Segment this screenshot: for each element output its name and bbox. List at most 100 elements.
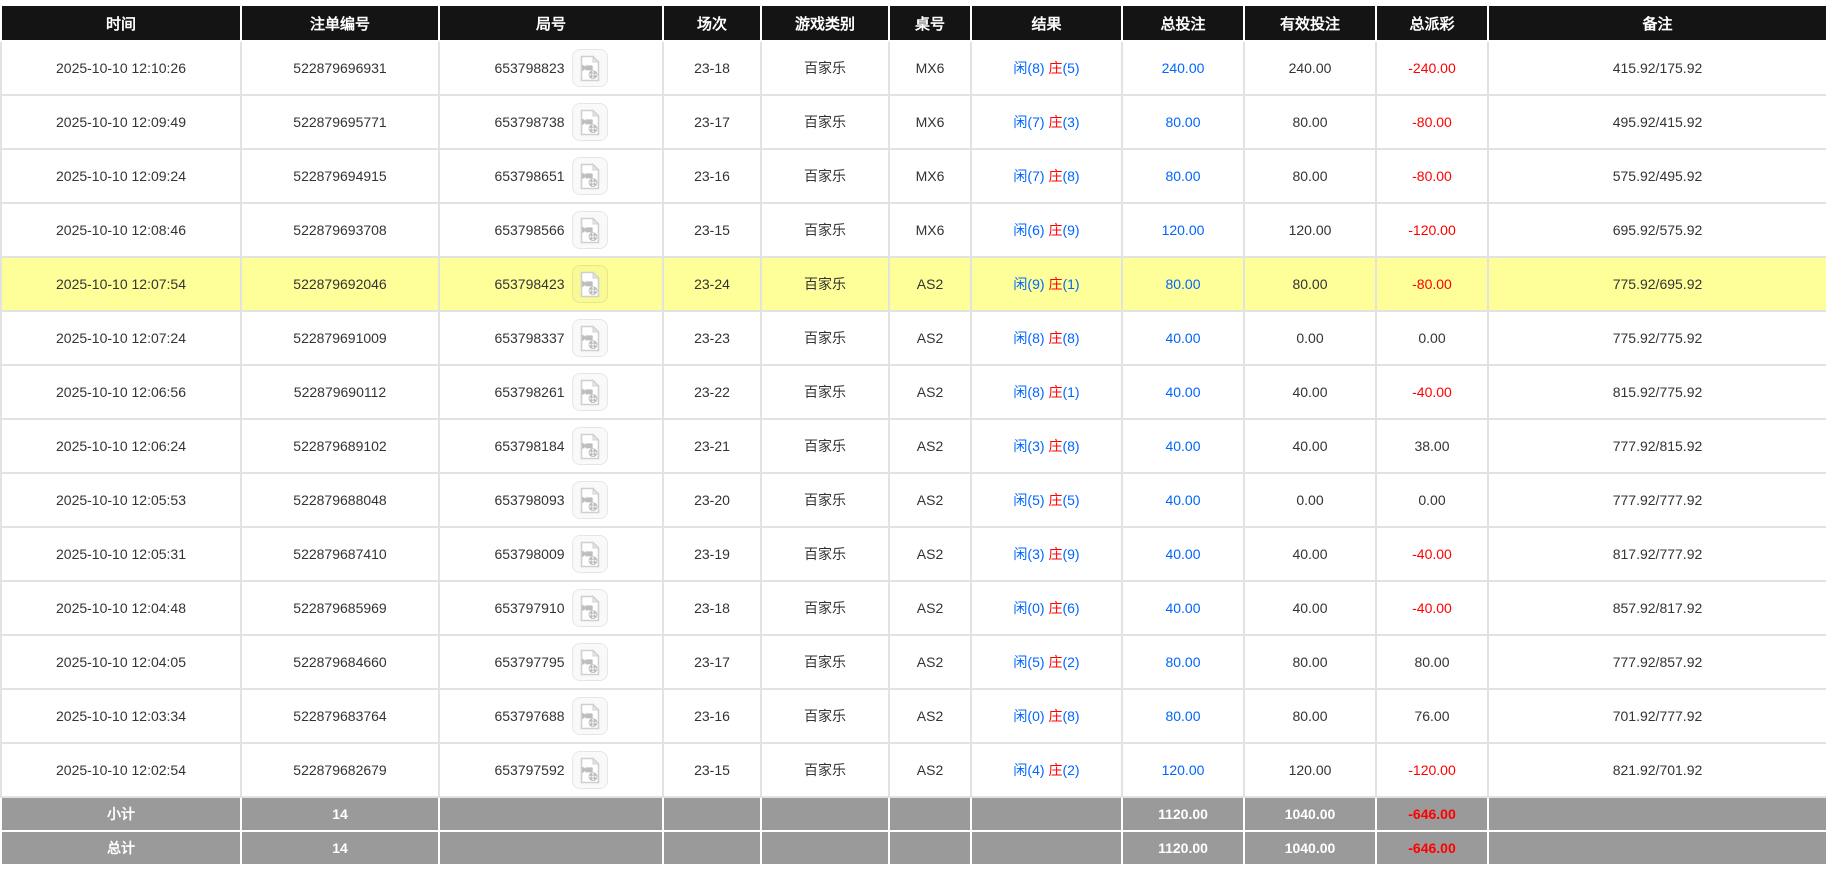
subtotal-empty-result: [970, 796, 1123, 832]
cell-payout: -40.00: [1375, 580, 1489, 636]
cell-payout: -240.00: [1375, 40, 1489, 96]
video-replay-button[interactable]: [571, 643, 608, 681]
video-file-icon: [580, 162, 600, 189]
cell-valid-bet: 80.00: [1243, 688, 1377, 744]
table-row[interactable]: 2025-10-10 12:08:46 522879693708 653798566…: [0, 202, 1826, 258]
cell-order-no: 522879694915: [240, 148, 440, 204]
cell-result: 闲(0) 庄(8): [970, 688, 1123, 744]
video-replay-button[interactable]: [571, 103, 608, 141]
table-row[interactable]: 2025-10-10 12:04:05 522879684660 653797795…: [0, 634, 1826, 690]
table-row[interactable]: 2025-10-10 12:09:24 522879694915 653798651…: [0, 148, 1826, 204]
round-no-wrap: 653798337: [442, 319, 660, 357]
video-replay-button[interactable]: [571, 427, 608, 465]
cell-valid-bet: 80.00: [1243, 94, 1377, 150]
table-row[interactable]: 2025-10-10 12:05:53 522879688048 653798093…: [0, 472, 1826, 528]
cell-game-type: 百家乐: [760, 472, 890, 528]
table-row[interactable]: 2025-10-10 12:04:48 522879685969 653797910…: [0, 580, 1826, 636]
cell-session: 23-24: [662, 256, 762, 312]
table-row[interactable]: 2025-10-10 12:07:24 522879691009 653798337…: [0, 310, 1826, 366]
cell-valid-bet: 120.00: [1243, 742, 1377, 798]
video-replay-button[interactable]: [571, 211, 608, 249]
result-banker-label: 庄: [1048, 654, 1063, 670]
video-replay-button[interactable]: [571, 751, 608, 789]
cell-session: 23-20: [662, 472, 762, 528]
bet-records-table: 时间 注单编号 局号 场次 游戏类别 桌号 结果 总投注 有效投注 总派彩 备注 2025-10-1…: [0, 4, 1826, 866]
table-row[interactable]: 2025-10-10 12:03:34 522879683764 653797688…: [0, 688, 1826, 744]
cell-remark: 701.92/777.92: [1487, 688, 1826, 744]
result-banker-label: 庄: [1048, 546, 1063, 562]
video-replay-button[interactable]: [571, 319, 608, 357]
table-row[interactable]: 2025-10-10 12:09:49 522879695771 653798738…: [0, 94, 1826, 150]
table-row[interactable]: 2025-10-10 12:05:31 522879687410 653798009…: [0, 526, 1826, 582]
total-empty-remark: [1487, 830, 1826, 866]
column-header-payout: 总派彩: [1375, 4, 1489, 42]
subtotal-empty-session: [662, 796, 762, 832]
table-row[interactable]: 2025-10-10 12:06:24 522879689102 653798184…: [0, 418, 1826, 474]
cell-payout: -80.00: [1375, 256, 1489, 312]
cell-total-bet: 80.00: [1121, 688, 1245, 744]
round-no-wrap: 653798566: [442, 211, 660, 249]
video-file-icon: [580, 756, 600, 783]
cell-session: 23-15: [662, 742, 762, 798]
cell-remark: 415.92/175.92: [1487, 40, 1826, 96]
cell-valid-bet: 0.00: [1243, 472, 1377, 528]
cell-remark: 775.92/695.92: [1487, 256, 1826, 312]
cell-valid-bet: 40.00: [1243, 580, 1377, 636]
total-valid-bet: 1040.00: [1243, 830, 1377, 866]
column-header-order_no: 注单编号: [240, 4, 440, 42]
cell-round-no: 653798738: [438, 94, 664, 150]
table-row[interactable]: 2025-10-10 12:10:26 522879696931 653798823…: [0, 40, 1826, 96]
cell-total-bet: 40.00: [1121, 472, 1245, 528]
cell-session: 23-23: [662, 310, 762, 366]
column-header-remark: 备注: [1487, 4, 1826, 42]
result-player: 闲(4): [1013, 762, 1045, 778]
result-banker-label: 庄: [1048, 276, 1063, 292]
cell-session: 23-15: [662, 202, 762, 258]
video-replay-button[interactable]: [571, 157, 608, 195]
result-player: 闲(3): [1013, 438, 1045, 454]
table-row[interactable]: 2025-10-10 12:06:56 522879690112 653798261…: [0, 364, 1826, 420]
cell-result: 闲(7) 庄(8): [970, 148, 1123, 204]
table-row[interactable]: 2025-10-10 12:07:54 522879692046 653798423…: [0, 256, 1826, 312]
cell-table-no: MX6: [888, 40, 972, 96]
video-replay-button[interactable]: [571, 697, 608, 735]
result-banker-label: 庄: [1048, 60, 1063, 76]
cell-time: 2025-10-10 12:06:56: [0, 364, 242, 420]
video-replay-button[interactable]: [571, 589, 608, 627]
result-banker-score: (6): [1062, 600, 1080, 616]
cell-result: 闲(5) 庄(2): [970, 634, 1123, 690]
subtotal-row: 小计 14 1120.00 1040.00 -646.00: [0, 796, 1826, 832]
subtotal-empty-game: [760, 796, 890, 832]
video-replay-button[interactable]: [571, 481, 608, 519]
cell-table-no: AS2: [888, 472, 972, 528]
result-player: 闲(0): [1013, 600, 1045, 616]
column-header-total_bet: 总投注: [1121, 4, 1245, 42]
video-replay-button[interactable]: [571, 373, 608, 411]
result-banker-label: 庄: [1048, 384, 1063, 400]
video-replay-button[interactable]: [571, 265, 608, 303]
round-no-text: 653797592: [494, 762, 565, 778]
total-empty-tableno: [888, 830, 972, 866]
table-body: 2025-10-10 12:10:26 522879696931 653798823…: [0, 40, 1826, 798]
result-player: 闲(9): [1013, 276, 1045, 292]
cell-session: 23-16: [662, 148, 762, 204]
subtotal-valid-bet: 1040.00: [1243, 796, 1377, 832]
result-banker-score: (8): [1062, 168, 1080, 184]
cell-session: 23-19: [662, 526, 762, 582]
table-row[interactable]: 2025-10-10 12:02:54 522879682679 653797592…: [0, 742, 1826, 798]
video-replay-button[interactable]: [571, 535, 608, 573]
total-empty-game: [760, 830, 890, 866]
result-banker-score: (9): [1062, 546, 1080, 562]
video-replay-button[interactable]: [571, 49, 608, 87]
cell-table-no: MX6: [888, 148, 972, 204]
cell-table-no: AS2: [888, 310, 972, 366]
cell-valid-bet: 80.00: [1243, 148, 1377, 204]
cell-remark: 817.92/777.92: [1487, 526, 1826, 582]
subtotal-empty-remark: [1487, 796, 1826, 832]
result-banker-score: (1): [1062, 384, 1080, 400]
cell-time: 2025-10-10 12:07:54: [0, 256, 242, 312]
cell-order-no: 522879687410: [240, 526, 440, 582]
cell-valid-bet: 120.00: [1243, 202, 1377, 258]
round-no-wrap: 653798823: [442, 49, 660, 87]
cell-result: 闲(3) 庄(9): [970, 526, 1123, 582]
